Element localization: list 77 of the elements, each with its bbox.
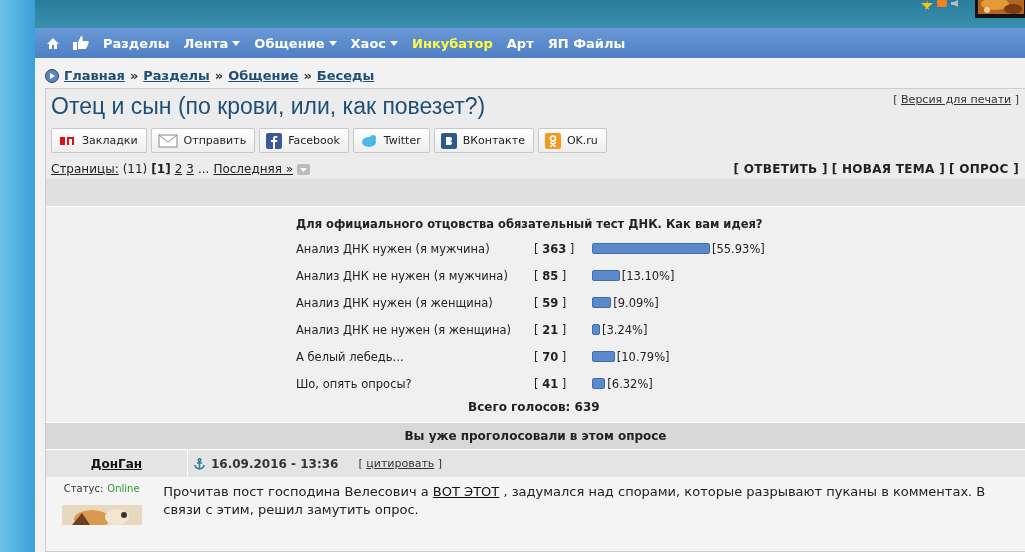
result-bar — [592, 324, 600, 335]
result-bar — [592, 297, 612, 308]
current-page: [1] — [151, 162, 171, 176]
post-date: 16.09.2016 - 13:36 — [211, 456, 339, 471]
author-name[interactable]: ДонГан — [90, 456, 143, 471]
pages-label: Страницы: — [51, 162, 119, 176]
envelope-icon — [157, 133, 178, 148]
poll-notice: Вы уже проголосовали в этом опросе — [46, 422, 1025, 449]
percent: [6.32%] — [607, 376, 653, 391]
separator: » — [303, 68, 312, 83]
breadcrumb-link[interactable]: Беседы — [316, 68, 375, 83]
page-link[interactable]: 3 — [186, 162, 194, 176]
caret-icon — [390, 40, 399, 46]
thumbs-up-icon[interactable] — [73, 36, 89, 50]
caret-icon — [328, 40, 337, 46]
breadcrumb-link[interactable]: Общение — [228, 68, 299, 83]
action-link[interactable]: [ ОТВЕТИТЬ ] — [733, 162, 828, 176]
breadcrumb-link[interactable]: Разделы — [143, 68, 210, 83]
last-page-link[interactable]: Последняя » — [213, 162, 294, 176]
post-link[interactable]: ВОТ ЭТОТ — [432, 484, 500, 499]
share-button[interactable]: Отправить — [150, 128, 256, 153]
separator: » — [214, 68, 224, 83]
option-label: Анализ ДНК нужен (я мужчина) — [296, 241, 491, 256]
option-label: Шо, опять опросы? — [296, 376, 413, 391]
action-link[interactable]: [ НОВАЯ ТЕМА ] — [831, 162, 945, 176]
share-button[interactable]: Twitter — [352, 128, 430, 153]
status-label: Статус: — [63, 483, 104, 494]
percent: [3.24%] — [602, 322, 648, 337]
vk-icon — [440, 132, 457, 149]
status-value: Online — [107, 483, 140, 494]
option-label: Анализ ДНК не нужен (я мужчина) — [296, 268, 509, 283]
option-label: А белый лебедь... — [296, 349, 405, 364]
result-bar — [592, 351, 615, 362]
poll-question: Для официального отцовства обязательный тест ДНК. Как вам идея? — [296, 217, 764, 233]
percent: [13.10%] — [621, 268, 675, 283]
bracket: ] — [1014, 93, 1019, 106]
share-button[interactable]: Facebook — [259, 128, 349, 153]
percent: [55.93%] — [712, 241, 765, 256]
bracket: [ — [893, 93, 898, 106]
play-icon — [45, 68, 59, 83]
bracket: ] — [437, 457, 443, 470]
total-votes: Всего голосов: 639 — [467, 399, 601, 414]
separator: » — [129, 68, 139, 83]
star-icon[interactable] — [921, 0, 933, 10]
vote-count: [ 363 ] — [534, 241, 576, 256]
option-label: Анализ ДНК не нужен (я женщина) — [296, 322, 513, 337]
sound-icon[interactable] — [951, 0, 959, 7]
quote-link[interactable]: цитировать — [366, 457, 435, 470]
share-button[interactable]: ВКонтакте — [433, 128, 534, 153]
bird-icon — [359, 132, 378, 149]
bracket: [ — [358, 457, 363, 470]
vote-count: [ 41 ] — [534, 376, 568, 391]
percent: [10.79%] — [616, 349, 670, 364]
anchor-icon[interactable] — [194, 457, 205, 470]
result-bar — [592, 270, 620, 281]
post-text: Прочитав пост господина Велесович а ВОТ ЭТОТ , задумался над спорами, которые разрывают пуканы в комментах. В связи с этим, решил замутить опрос. — [162, 483, 987, 519]
caret-icon — [232, 40, 241, 46]
result-bar — [592, 378, 606, 389]
dropdown-icon[interactable] — [297, 163, 311, 175]
option-label: Анализ ДНК нужен (я женщина) — [296, 295, 494, 310]
breadcrumb-link[interactable]: Главная — [64, 68, 125, 83]
home-icon[interactable] — [47, 37, 59, 49]
page-count: (11) — [122, 162, 148, 176]
vote-count: [ 21 ] — [534, 322, 568, 337]
ok-icon — [544, 132, 561, 149]
vote-count: [ 70 ] — [534, 349, 568, 364]
vote-count: [ 59 ] — [534, 295, 568, 310]
vote-count: [ 85 ] — [534, 268, 568, 283]
action-link[interactable]: [ ОПРОС ] — [948, 162, 1019, 176]
ellipsis: ... — [197, 162, 210, 176]
facebook-icon — [266, 132, 283, 149]
page-link[interactable]: 2 — [174, 162, 183, 176]
share-button[interactable]: OK.ru — [537, 128, 607, 153]
print-link[interactable]: Версия для печати — [901, 93, 1012, 106]
percent: [9.09%] — [613, 295, 659, 310]
share-button[interactable]: Закладки — [51, 128, 147, 153]
topic-title: Отец и сын (по крови, или, как повезет?) — [51, 93, 486, 120]
